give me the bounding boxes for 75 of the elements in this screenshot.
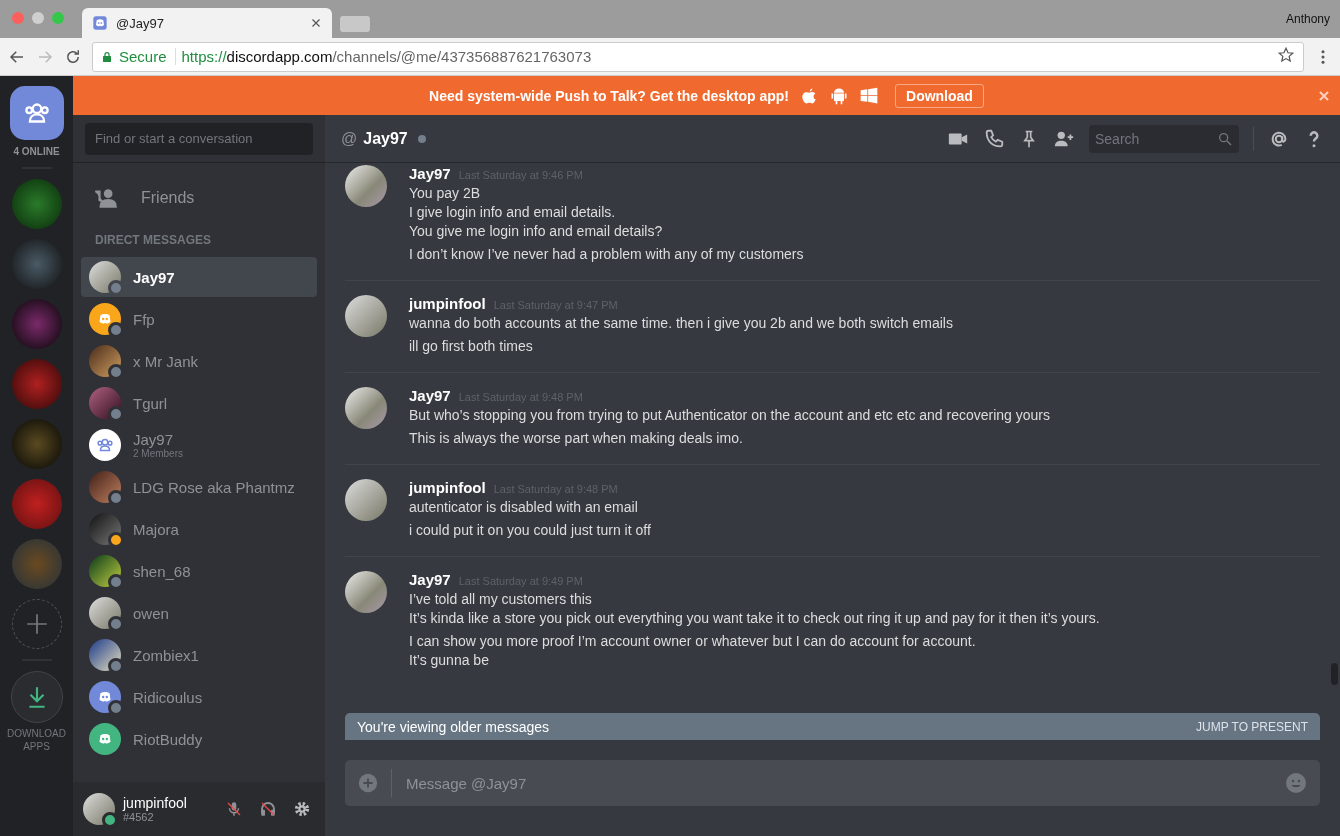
conversation-item[interactable]: LDG Rose aka Phantmz	[81, 467, 317, 507]
jump-to-present-link[interactable]: JUMP TO PRESENT	[1195, 719, 1308, 734]
message-text: You give me login info and email details?	[409, 222, 664, 241]
author-name[interactable]: jumpinfool	[409, 479, 486, 496]
username: jumpinfool	[123, 795, 188, 811]
server-icon[interactable]	[11, 179, 62, 229]
at-symbol: @	[341, 129, 358, 148]
user-tag: #4562	[123, 811, 213, 823]
message-text: I give login info and email details.	[409, 203, 617, 222]
avatar-photo[interactable]	[345, 479, 387, 521]
download-apps-label: DOWNLOAD APPS	[6, 727, 67, 753]
message-field[interactable]: Message @Jay97	[391, 769, 1272, 797]
avatar-photo[interactable]	[345, 387, 387, 429]
message-text: This is always the worse part when making deals imo.	[409, 429, 744, 448]
online-count: 4 ONLINE	[13, 146, 60, 157]
conversation-item[interactable]: Jay97	[81, 257, 317, 297]
conversation-item[interactable]: shen_68	[81, 551, 317, 591]
conversation-item[interactable]: Tgurl	[81, 383, 317, 423]
close-icon[interactable]	[310, 17, 322, 29]
search-icon	[1217, 130, 1233, 147]
star-icon[interactable]	[1277, 46, 1295, 64]
conversation-item[interactable]: Zombiex1	[81, 635, 317, 675]
headphones-icon	[259, 800, 277, 818]
author-name[interactable]: jumpinfool	[409, 295, 486, 312]
avatar-photo[interactable]	[345, 295, 387, 337]
voice-call-button[interactable]	[983, 127, 1005, 150]
friends-home-button[interactable]	[9, 86, 64, 140]
message-text: It’s kinda like a store you pick out everything you want take it to check out ring it up and pay for it then it’s yours.	[409, 609, 1100, 628]
conversation-item[interactable]: owen	[81, 593, 317, 633]
message-composer[interactable]: Message @Jay97	[345, 760, 1320, 806]
channel-title: Jay97	[363, 129, 408, 148]
chat-logo-icon[interactable]	[92, 15, 108, 31]
author-name[interactable]: Jay97	[409, 571, 451, 588]
message-text: But who’s stopping you from trying to put Authenticator on the account and etc etc and recovering yours	[409, 406, 1050, 425]
author-name[interactable]: Jay97	[409, 387, 451, 404]
member-count: 2 Members	[133, 448, 183, 459]
conversation-item[interactable]: Majora	[81, 509, 317, 549]
message-text: autenticator is disabled with an email	[409, 498, 639, 517]
conversation-item[interactable]: Ffp	[81, 299, 317, 339]
message-text: wanna do both accounts at the same time. then i give you 2b and we both switch emails	[409, 314, 953, 333]
security-label: Secure	[119, 48, 167, 65]
older-messages-text: You're viewing older messages	[357, 718, 550, 735]
conversation-item[interactable]: Jay97 2 Members	[81, 425, 317, 465]
avatar-photo[interactable]	[345, 571, 387, 613]
lock-icon	[101, 50, 113, 63]
profile-name[interactable]: Anthony	[1285, 12, 1340, 26]
banner-text: Need system-wide Push to Talk? Get the desktop app!	[429, 87, 789, 104]
phone-icon	[983, 127, 1005, 150]
windows-icon	[859, 85, 879, 106]
avatar-photo[interactable]	[83, 793, 115, 825]
conversation-item[interactable]: x Mr Jank	[81, 341, 317, 381]
message-text: I’ve told all my customers this	[409, 590, 593, 609]
browser-tab[interactable]: @Jay97	[82, 8, 332, 38]
scrollbar-thumb[interactable]	[1331, 663, 1338, 685]
friends-link[interactable]: Friends	[81, 177, 317, 219]
message-text: i could put it on you could just turn it off	[409, 521, 651, 540]
conversation-item[interactable]: Ridicoulus	[81, 677, 317, 717]
conversation-item[interactable]: RiotBuddy	[81, 719, 317, 759]
settings-icon	[293, 800, 311, 818]
microphone-icon	[225, 800, 243, 818]
message-text: I can show you more proof I’m account owner or whatever but I can do account for account.	[409, 632, 977, 651]
reload-icon[interactable]	[64, 47, 82, 66]
server-icon[interactable]	[11, 479, 62, 529]
download-button[interactable]: Download	[895, 83, 984, 108]
message-search-field[interactable]: Search	[1089, 124, 1239, 153]
author-name[interactable]: Jay97	[409, 165, 451, 182]
url-text: https://discordapp.com/channels/@me/437356887621763073	[181, 48, 592, 65]
avatar-photo[interactable]	[345, 165, 387, 207]
conversation-search-field[interactable]: Find or start a conversation	[85, 122, 313, 155]
message-text: ill go first both times	[409, 337, 534, 356]
message-text: I don’t know I’ve never had a problem with any of my customers	[409, 245, 804, 264]
address-bar[interactable]: Secure https://discordapp.com/channels/@me/437356887621763073	[92, 41, 1304, 72]
message-text: It’s gunna be	[409, 651, 490, 670]
message-text: You pay 2B	[409, 184, 482, 203]
section-heading: DIRECT MESSAGES	[94, 232, 212, 249]
